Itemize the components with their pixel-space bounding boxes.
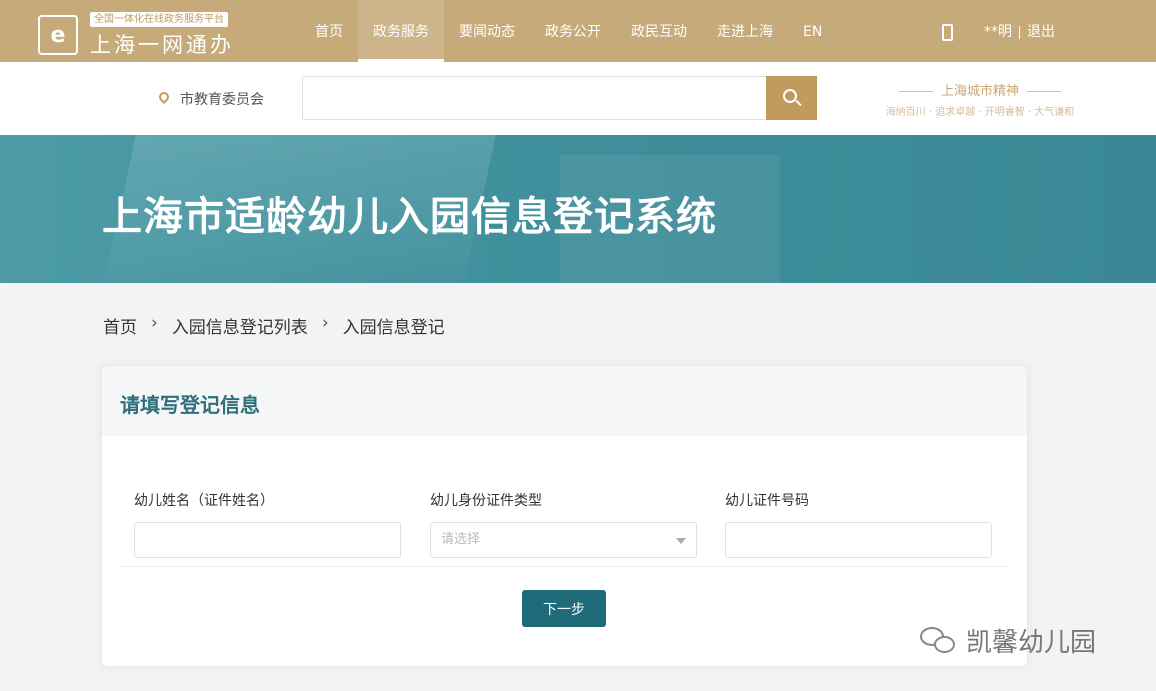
mobile-phone-icon[interactable] (942, 24, 953, 41)
logo-name: 上海一网通办 (90, 33, 234, 57)
site-logo[interactable]: e 全国一体化在线政务服务平台 上海一网通办 (38, 12, 248, 57)
wechat-icon (920, 626, 956, 655)
breadcrumb: 首页 › 入园信息登记列表 › 入园信息登记 (103, 313, 445, 338)
logo-tagline: 全国一体化在线政务服务平台 (90, 12, 228, 27)
nav-item-services[interactable]: 政务服务 (358, 0, 444, 62)
id-type-placeholder: 请选择 (441, 532, 481, 547)
id-number-input[interactable] (725, 522, 992, 558)
search-icon-handle (795, 99, 802, 107)
wechat-watermark: 凯馨幼儿园 (920, 622, 1096, 659)
top-navbar: e 全国一体化在线政务服务平台 上海一网通办 首页 政务服务 要闻动态 政务公开… (0, 0, 1156, 62)
nav-item-shanghai[interactable]: 走进上海 (702, 0, 788, 62)
search-input[interactable] (302, 76, 767, 120)
nav-item-interaction[interactable]: 政民互动 (616, 0, 702, 62)
breadcrumb-home[interactable]: 首页 (103, 313, 137, 338)
location-pin-icon (156, 89, 172, 105)
search-row: 市教育委员会 上海城市精神 海纳百川 · 追求卓越 · 开明睿智 · 大气谦和 (0, 62, 1156, 135)
id-number-field: 幼儿证件号码 (725, 490, 992, 558)
banner-title: 上海市适龄幼儿入园信息登记系统 (102, 194, 717, 240)
breadcrumb-current: 入园信息登记 (342, 318, 445, 338)
child-name-label: 幼儿姓名（证件姓名） (134, 493, 274, 509)
id-number-label: 幼儿证件号码 (725, 493, 809, 509)
city-spirit: 上海城市精神 海纳百川 · 追求卓越 · 开明睿智 · 大气谦和 (865, 80, 1095, 118)
id-type-select[interactable]: 请选择 (430, 522, 697, 558)
form-title: 请填写登记信息 (120, 393, 260, 417)
logout-link[interactable]: 退出 (1027, 24, 1055, 40)
city-spirit-title: 上海城市精神 (865, 80, 1095, 99)
chevron-right-icon: › (321, 313, 329, 333)
id-type-label: 幼儿身份证件类型 (430, 493, 542, 509)
child-name-input[interactable] (134, 522, 401, 558)
hero-banner: 上海市适龄幼儿入园信息登记系统 (0, 135, 1156, 283)
search-button[interactable] (766, 76, 817, 120)
nav-item-public[interactable]: 政务公开 (530, 0, 616, 62)
next-step-button[interactable]: 下一步 (522, 590, 606, 627)
breadcrumb-list[interactable]: 入园信息登记列表 (172, 313, 308, 338)
user-area: **明 退出 (984, 0, 1055, 62)
logo-mark-icon: e (38, 15, 78, 55)
user-name[interactable]: **明 (984, 24, 1012, 40)
nav-item-home[interactable]: 首页 (300, 0, 358, 62)
chevron-right-icon: › (151, 313, 158, 333)
city-spirit-subtitle: 海纳百川 · 追求卓越 · 开明睿智 · 大气谦和 (885, 107, 1075, 118)
chevron-down-icon (676, 538, 686, 544)
id-type-field: 幼儿身份证件类型 请选择 (430, 490, 697, 558)
form-divider (120, 566, 1010, 567)
user-separator (1019, 25, 1020, 39)
nav-item-news[interactable]: 要闻动态 (444, 0, 530, 62)
main-nav: 首页 政务服务 要闻动态 政务公开 政民互动 走进上海 EN (300, 0, 837, 62)
department-location[interactable]: 市教育委员会 (180, 89, 264, 109)
registration-form-card: 请填写登记信息 幼儿姓名（证件姓名） 幼儿身份证件类型 请选择 幼儿证件号码 下… (102, 366, 1027, 666)
child-name-field: 幼儿姓名（证件姓名） (134, 490, 401, 558)
nav-item-english[interactable]: EN (788, 0, 837, 62)
watermark-text: 凯馨幼儿园 (966, 628, 1097, 658)
